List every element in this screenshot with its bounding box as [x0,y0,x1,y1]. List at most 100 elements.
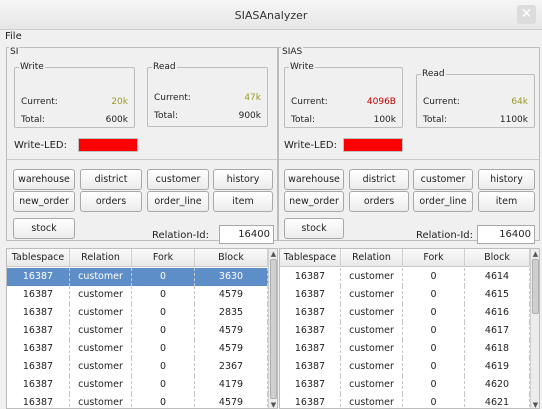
table-row[interactable]: 16387 customer 0 2835 [7,304,268,322]
si-header-tablespace[interactable]: Tablespace [7,249,70,267]
cell-block: 2835 [195,304,268,322]
sias-relation-id-input[interactable]: 16400 [477,225,535,244]
si-read-current-row: Current: 47k [154,93,261,103]
sias-read-current-row: Current: 64k [423,97,528,107]
si-button-new-order[interactable]: new_order [13,191,75,212]
sias-table-header: Tablespace Relation Fork Block [280,249,530,267]
si-button-warehouse[interactable]: warehouse [13,169,75,190]
cell-relation: customer [70,376,132,394]
table-row[interactable]: 16387 customer 0 4617 [280,322,530,340]
sias-button-item[interactable]: item [478,191,535,212]
sias-scroll-thumb[interactable] [532,259,539,314]
sias-button-history[interactable]: history [478,169,535,190]
cell-fork: 0 [403,340,465,358]
sias-button-stock[interactable]: stock [284,218,344,239]
table-row[interactable]: 16387 customer 0 4579 [7,286,268,304]
scroll-up-icon[interactable]: ▲ [531,249,539,259]
si-button-stock[interactable]: stock [13,218,75,239]
cell-fork: 0 [403,304,465,322]
cell-tablespace: 16387 [7,394,70,408]
si-table[interactable]: Tablespace Relation Fork Block 16387 cust… [6,248,278,409]
sias-table[interactable]: Tablespace Relation Fork Block 16387 cust… [279,248,540,409]
table-row[interactable]: 16387 customer 0 4621 [280,394,530,408]
table-row[interactable]: 16387 customer 0 4179 [7,376,268,394]
cell-relation: customer [70,340,132,358]
cell-block: 2367 [195,358,268,376]
cell-tablespace: 16387 [280,268,341,286]
sias-button-district[interactable]: district [349,169,409,190]
sias-read-current-label: Current: [423,97,460,107]
cell-block: 4618 [465,340,530,358]
si-header-relation[interactable]: Relation [70,249,132,267]
table-row[interactable]: 16387 customer 0 2367 [7,358,268,376]
table-row[interactable]: 16387 customer 0 4579 [7,322,268,340]
table-row[interactable]: 16387 customer 0 4579 [7,394,268,408]
cell-relation: customer [341,268,403,286]
sias-write-current-value: 4096B [366,97,396,107]
cell-tablespace: 16387 [280,304,341,322]
cell-tablespace: 16387 [280,376,341,394]
cell-block: 4617 [465,322,530,340]
si-button-item[interactable]: item [213,191,273,212]
cell-block: 4619 [465,358,530,376]
scroll-down-icon[interactable]: ▼ [531,400,539,408]
table-row[interactable]: 16387 customer 0 4618 [280,340,530,358]
si-write-label: Write [19,62,45,72]
menu-file[interactable]: File [5,31,22,42]
cell-fork: 0 [132,304,195,322]
table-row[interactable]: 16387 customer 0 4579 [7,340,268,358]
si-scroll-thumb[interactable] [270,259,277,399]
si-button-orders[interactable]: orders [80,191,142,212]
si-relation-id-input[interactable]: 16400 [219,225,274,244]
si-button-customer[interactable]: customer [147,169,209,190]
sias-table-scrollbar[interactable]: ▲ ▼ [530,249,539,408]
menu-bar: File [0,31,542,45]
table-row[interactable]: 16387 customer 0 3630 [7,268,268,286]
cell-fork: 0 [132,268,195,286]
table-row[interactable]: 16387 customer 0 4619 [280,358,530,376]
cell-relation: customer [341,394,403,408]
sias-button-customer[interactable]: customer [413,169,473,190]
close-icon[interactable]: ✕ [517,5,536,24]
si-button-order-line[interactable]: order_line [147,191,209,212]
sias-header-fork[interactable]: Fork [403,249,465,267]
sias-header-tablespace[interactable]: Tablespace [280,249,341,267]
si-header-fork[interactable]: Fork [132,249,195,267]
scroll-up-icon[interactable]: ▲ [269,249,277,259]
si-header-block[interactable]: Block [195,249,268,267]
table-row[interactable]: 16387 customer 0 4620 [280,376,530,394]
si-read-total-row: Total: 900k [154,111,261,121]
sias-header-block[interactable]: Block [465,249,530,267]
cell-relation: customer [70,304,132,322]
window-title: SIASAnalyzer [234,9,308,22]
cell-fork: 0 [132,376,195,394]
cell-relation: customer [70,358,132,376]
cell-block: 4621 [465,394,530,408]
sias-button-orders[interactable]: orders [349,191,409,212]
sias-write-total-label: Total: [291,115,316,125]
sias-button-new-order[interactable]: new_order [284,191,344,212]
table-row[interactable]: 16387 customer 0 4614 [280,268,530,286]
sias-button-order-line[interactable]: order_line [413,191,473,212]
si-table-scrollbar[interactable]: ▲ ▼ [268,249,277,408]
cell-fork: 0 [403,358,465,376]
si-write-current-value: 20k [111,97,128,107]
scroll-down-icon[interactable]: ▼ [269,400,277,408]
sias-read-label: Read [421,69,446,79]
cell-fork: 0 [403,394,465,408]
cell-fork: 0 [132,340,195,358]
cell-block: 4579 [195,340,268,358]
cell-relation: customer [341,358,403,376]
table-row[interactable]: 16387 customer 0 4615 [280,286,530,304]
table-row[interactable]: 16387 customer 0 4616 [280,304,530,322]
sias-header-relation[interactable]: Relation [341,249,403,267]
cell-tablespace: 16387 [280,286,341,304]
si-button-history[interactable]: history [213,169,273,190]
si-button-district[interactable]: district [80,169,142,190]
sias-write-led [343,138,403,152]
cell-block: 4179 [195,376,268,394]
cell-tablespace: 16387 [7,304,70,322]
sias-button-warehouse[interactable]: warehouse [284,169,344,190]
cell-relation: customer [70,286,132,304]
cell-tablespace: 16387 [7,376,70,394]
